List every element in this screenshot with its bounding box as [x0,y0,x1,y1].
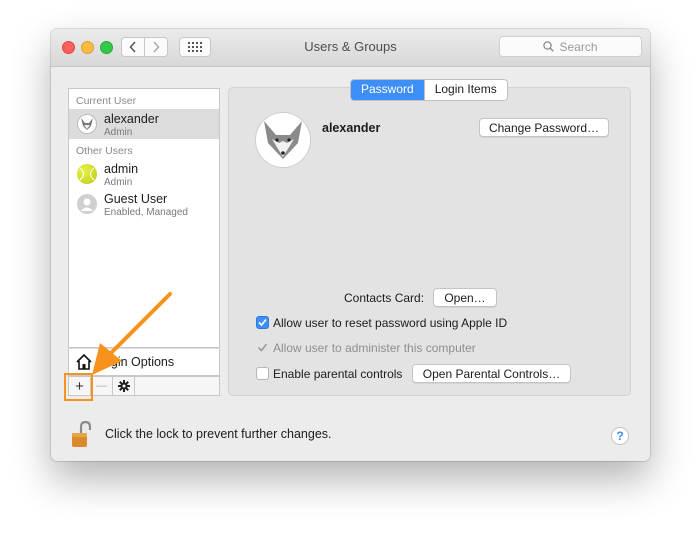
open-contacts-card-button[interactable]: Open… [433,288,497,307]
checkmark-icon [257,343,268,352]
other-users-label: Other Users [76,145,133,157]
lock-message: Click the lock to prevent further change… [105,427,332,441]
user-full-name: alexander [322,121,381,135]
remove-user-button[interactable]: — [91,377,113,395]
contacts-card-label: Contacts Card: [344,291,425,305]
users-groups-window: Users & Groups Search Current User alexa… [51,29,650,461]
unlocked-padlock-icon [72,420,92,447]
tennis-ball-avatar-icon [77,164,97,184]
search-icon [543,41,555,52]
allow-admin-label: Allow user to administer this computer [273,341,476,355]
tab-login-items[interactable]: Login Items [423,80,507,100]
gear-icon [117,380,130,392]
action-menu-button[interactable] [113,377,135,395]
parental-controls-label: Enable parental controls [273,367,403,381]
parental-controls-checkbox[interactable] [256,367,269,380]
fox-avatar-icon [77,114,97,134]
user-row-admin[interactable]: admin Admin [69,159,219,189]
user-list: Current User alexander Admin Other Users… [68,88,220,348]
search-placeholder: Search [559,39,598,54]
open-parental-controls-button[interactable]: Open Parental Controls… [412,364,571,383]
login-options-label: Login Options [97,355,175,369]
user-role: Admin [104,177,133,188]
checkmark-icon [258,318,267,327]
help-button[interactable]: ? [611,427,629,445]
search-field[interactable]: Search [499,36,642,57]
tab-password[interactable]: Password [351,80,424,100]
user-picture[interactable] [256,113,310,167]
fox-avatar-icon [264,121,302,159]
allow-reset-label: Allow user to reset password using Apple… [273,316,508,330]
add-button-highlight [64,373,93,401]
user-role: Enabled, Managed [104,207,188,218]
change-password-button[interactable]: Change Password… [479,118,609,137]
user-row-guest[interactable]: Guest User Enabled, Managed [69,189,219,219]
user-name: alexander [104,112,159,126]
user-name: admin [104,162,139,176]
current-user-label: Current User [76,95,137,107]
allow-admin-checkbox[interactable] [256,341,269,354]
allow-reset-checkbox[interactable] [256,316,269,329]
person-silhouette-icon [77,194,97,214]
user-row-alexander[interactable]: alexander Admin [69,109,219,139]
lock-button[interactable] [71,420,92,454]
user-name: Guest User [104,192,168,206]
tab-bar: Password Login Items [350,79,508,101]
user-role: Admin [104,127,133,138]
house-icon [76,353,92,370]
login-options-item[interactable]: Login Options [68,348,220,376]
title-bar: Users & Groups Search [51,29,650,67]
